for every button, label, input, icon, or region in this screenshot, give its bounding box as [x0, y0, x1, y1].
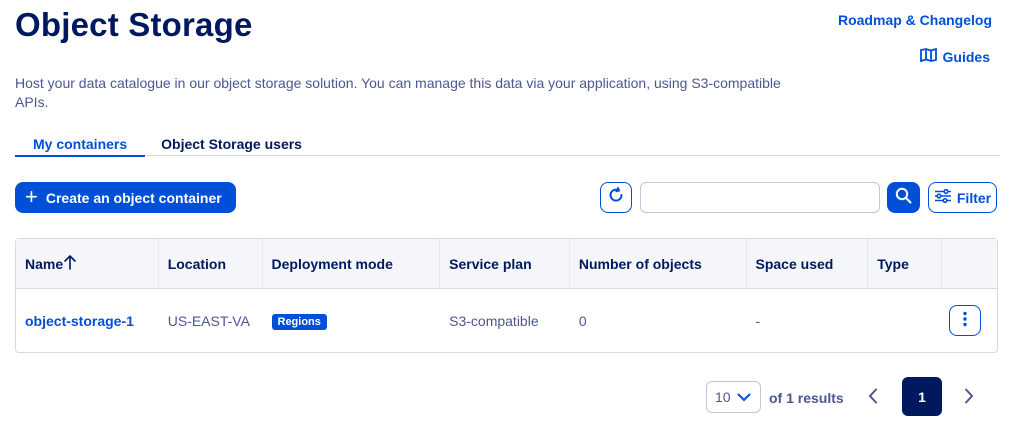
- filter-label: Filter: [956, 189, 992, 206]
- sort-ascending-icon: [63, 254, 77, 272]
- roadmap-changelog-link[interactable]: Roadmap & Changelog: [838, 12, 992, 28]
- table-header: Name Location Deployment mode Service pl…: [16, 239, 997, 289]
- cell-space-used: -: [755, 312, 761, 329]
- row-actions-button[interactable]: [949, 305, 982, 336]
- previous-page-button[interactable]: [860, 385, 886, 411]
- filter-button[interactable]: Filter: [928, 182, 997, 213]
- column-label: Name: [25, 256, 64, 272]
- results-count: of 1 results: [769, 390, 844, 406]
- tab-bar: My containers Object Storage users: [15, 130, 1000, 157]
- more-vertical-icon: [963, 311, 967, 330]
- create-button-label: Create an object container: [45, 189, 222, 206]
- refresh-icon: [608, 187, 624, 208]
- page-title: Object Storage: [15, 6, 253, 43]
- container-name-link[interactable]: object-storage-1: [25, 313, 134, 329]
- chevron-down-icon: [737, 389, 751, 405]
- column-header-space-used[interactable]: Space used: [747, 239, 869, 288]
- tab-my-containers[interactable]: My containers: [15, 131, 146, 157]
- refresh-button[interactable]: [600, 182, 632, 213]
- search-input[interactable]: [640, 182, 880, 213]
- book-icon: [919, 47, 937, 65]
- column-header-deployment-mode[interactable]: Deployment mode: [263, 239, 441, 288]
- search-button[interactable]: [887, 182, 920, 213]
- create-object-container-button[interactable]: + Create an object container: [15, 182, 236, 213]
- column-header-actions: [942, 239, 997, 288]
- page-description: Host your data catalogue in our object s…: [15, 75, 781, 110]
- page-size-value: 10: [715, 389, 731, 405]
- guides-link[interactable]: Guides: [919, 47, 990, 65]
- column-header-name[interactable]: Name: [16, 239, 159, 288]
- table-row: object-storage-1 US-EAST-VA Regions S3-c…: [16, 289, 997, 352]
- cell-location: US-EAST-VA: [167, 312, 250, 329]
- column-header-location[interactable]: Location: [159, 239, 263, 288]
- cell-number-of-objects: 0: [578, 312, 587, 329]
- search-icon: [895, 187, 912, 209]
- chevron-right-icon: [964, 388, 974, 409]
- sliders-icon: [934, 188, 952, 206]
- next-page-button[interactable]: [956, 385, 982, 411]
- page-size-select[interactable]: 10: [706, 381, 761, 413]
- containers-table: Name Location Deployment mode Service pl…: [15, 238, 998, 353]
- plus-icon: +: [25, 183, 38, 209]
- tab-object-storage-users[interactable]: Object Storage users: [145, 131, 318, 157]
- guides-link-label: Guides: [942, 48, 990, 65]
- cell-service-plan: S3-compatible: [449, 312, 539, 329]
- roadmap-link-label: Roadmap & Changelog: [837, 12, 992, 28]
- column-header-type[interactable]: Type: [868, 239, 943, 288]
- column-header-number-of-objects[interactable]: Number of objects: [570, 239, 747, 288]
- deployment-mode-badge: Regions: [271, 313, 327, 330]
- chevron-left-icon: [868, 388, 878, 409]
- column-header-service-plan[interactable]: Service plan: [440, 239, 570, 288]
- page-button-current[interactable]: 1: [902, 377, 942, 416]
